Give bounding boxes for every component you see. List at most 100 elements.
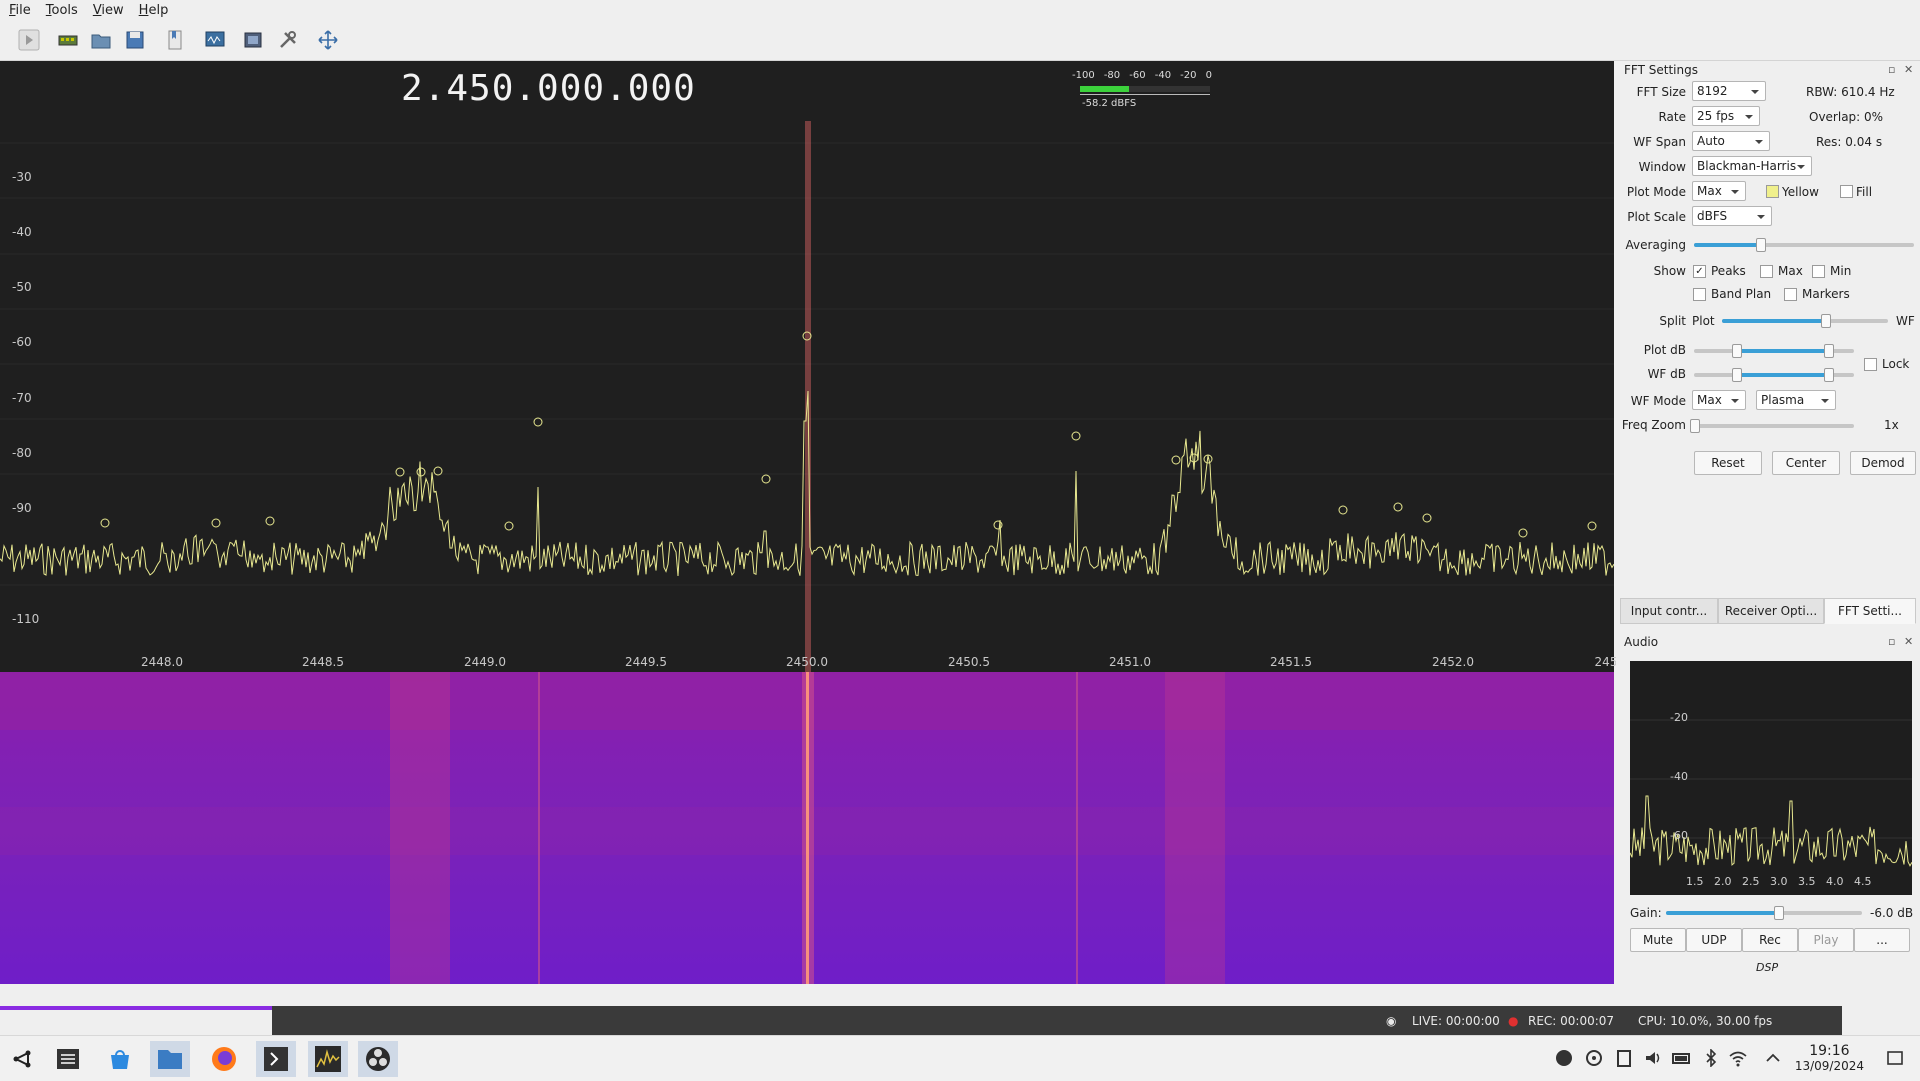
frequency-display[interactable]: 2.450.000.000	[401, 68, 696, 109]
audio-x-tick: 4.0	[1826, 875, 1844, 888]
wf-db-range-slider[interactable]	[1694, 368, 1854, 382]
mute-button[interactable]: Mute	[1630, 928, 1686, 952]
float-icon[interactable]: ▫	[1888, 63, 1895, 76]
obs-icon[interactable]	[358, 1041, 398, 1077]
close-icon[interactable]: ✕	[1904, 635, 1913, 648]
screenshot-icon[interactable]	[240, 28, 266, 52]
markers-label: Markers	[1802, 287, 1850, 301]
peak-marker	[504, 521, 514, 531]
chevron-up-icon[interactable]	[1764, 1049, 1782, 1067]
wf-color-select[interactable]: Plasma	[1756, 390, 1836, 410]
play-button[interactable]: Play	[1798, 928, 1854, 952]
waterfall[interactable]	[0, 672, 1614, 984]
files-icon[interactable]	[150, 1041, 190, 1077]
terminal-icon[interactable]	[256, 1041, 296, 1077]
window-select[interactable]: Blackman-Harris	[1692, 156, 1812, 176]
wifi-icon[interactable]	[1728, 1049, 1747, 1067]
peaks-checkbox[interactable]: ✓	[1693, 265, 1706, 278]
save-icon[interactable]	[122, 28, 148, 52]
min-checkbox[interactable]	[1812, 265, 1825, 278]
spectrum-plot[interactable]	[0, 61, 1614, 672]
reset-button[interactable]: Reset	[1694, 451, 1762, 475]
slider-handle-low[interactable]	[1731, 344, 1742, 358]
menu-tools[interactable]: Tools	[37, 3, 84, 18]
store-icon[interactable]	[100, 1041, 140, 1077]
volume-icon[interactable]	[1644, 1049, 1662, 1067]
band-plan-label: Band Plan	[1711, 287, 1772, 301]
audio-options-button[interactable]: ...	[1854, 928, 1910, 952]
y-tick: -40	[12, 225, 32, 239]
meter-tick: -40	[1154, 70, 1172, 81]
center-button[interactable]: Center	[1772, 451, 1840, 475]
slider-handle[interactable]	[1820, 314, 1831, 328]
audio-x-tick: 2.0	[1714, 875, 1732, 888]
slider-handle-high[interactable]	[1824, 344, 1835, 358]
meter-tick: -60	[1129, 70, 1146, 81]
wf-mode-select[interactable]: Max	[1692, 390, 1746, 410]
tab-receiver-options[interactable]: Receiver Opti...	[1718, 598, 1824, 624]
slider-handle[interactable]	[1690, 419, 1700, 433]
peak-marker	[265, 516, 275, 526]
wf-span-select[interactable]: Auto	[1692, 131, 1770, 151]
tab-input-controls[interactable]: Input contr...	[1620, 598, 1718, 624]
audio-panel: Audio ▫ ✕ -20 -40 -60 1.5 2.0 2.5 3.0 3.…	[1616, 631, 1920, 984]
clipboard-icon[interactable]	[1615, 1049, 1633, 1067]
float-icon[interactable]: ▫	[1888, 635, 1895, 648]
plot-mode-select[interactable]: Max	[1692, 181, 1746, 201]
plot-db-label: Plot dB	[1643, 343, 1686, 357]
plot-scale-select[interactable]: dBFS	[1692, 206, 1772, 226]
peak-marker	[1393, 502, 1403, 512]
bookmark-icon[interactable]	[162, 28, 188, 52]
slider-handle[interactable]	[1756, 238, 1766, 252]
fill-checkbox[interactable]	[1840, 185, 1853, 198]
audio-fft-plot[interactable]: -20 -40 -60 1.5 2.0 2.5 3.0 3.5 4.0 4.5	[1630, 661, 1912, 895]
audio-tray-icon[interactable]	[1585, 1049, 1603, 1067]
meter-tick: -20	[1180, 70, 1197, 81]
app-launcher-icon[interactable]	[2, 1041, 42, 1077]
gain-slider[interactable]	[1666, 906, 1862, 920]
gqrx-icon[interactable]	[308, 1041, 348, 1077]
slider-handle-low[interactable]	[1731, 368, 1742, 382]
battery-icon[interactable]	[1672, 1049, 1690, 1067]
slider-handle-high[interactable]	[1824, 368, 1835, 382]
firefox-icon[interactable]	[204, 1041, 244, 1077]
open-icon[interactable]	[88, 28, 114, 52]
signal-meter: -100 -80 -60 -40 -20 0 -58.2 dBFS	[1070, 68, 1216, 114]
close-icon[interactable]: ✕	[1904, 63, 1913, 76]
play-icon[interactable]	[16, 28, 42, 52]
averaging-slider[interactable]	[1694, 238, 1914, 252]
fullscreen-icon[interactable]	[315, 28, 341, 52]
udp-button[interactable]: UDP	[1686, 928, 1742, 952]
menu-help[interactable]: Help	[130, 3, 175, 18]
max-checkbox[interactable]	[1760, 265, 1773, 278]
settings-icon[interactable]	[275, 28, 301, 52]
rec-button[interactable]: Rec	[1742, 928, 1798, 952]
trace-color-label: Yellow	[1782, 185, 1819, 199]
iq-tool-icon[interactable]	[202, 28, 228, 52]
clock-date: 13/09/2024	[1794, 1059, 1864, 1073]
obs-tray-icon[interactable]	[1555, 1049, 1573, 1067]
hardware-icon[interactable]	[55, 28, 81, 52]
trace-color-swatch[interactable]	[1766, 185, 1779, 198]
system-settings-icon[interactable]	[48, 1041, 88, 1077]
menu-file[interactable]: File	[0, 3, 37, 18]
demod-button[interactable]: Demod	[1850, 451, 1916, 475]
band-plan-checkbox[interactable]	[1693, 288, 1706, 301]
split-slider[interactable]	[1722, 314, 1888, 328]
freq-zoom-slider[interactable]	[1690, 419, 1854, 433]
peak-marker	[100, 518, 110, 528]
tab-fft-settings[interactable]: FFT Setti...	[1824, 598, 1916, 624]
markers-checkbox[interactable]	[1784, 288, 1797, 301]
rate-select[interactable]: 25 fps	[1692, 106, 1760, 126]
bluetooth-icon[interactable]	[1702, 1048, 1720, 1068]
progress-bar	[0, 1006, 272, 1010]
plot-db-range-slider[interactable]	[1694, 344, 1854, 358]
lock-checkbox[interactable]	[1864, 358, 1877, 371]
res-info: Res: 0.04 s	[1816, 135, 1883, 149]
show-desktop-icon[interactable]	[1886, 1049, 1904, 1067]
slider-handle[interactable]	[1773, 906, 1784, 920]
fft-size-select[interactable]: 8192	[1692, 81, 1766, 101]
fft-settings-panel: FFT Settings ▫ ✕ FFT Size 8192 RBW: 610.…	[1616, 61, 1920, 631]
menu-view[interactable]: View	[84, 3, 130, 18]
clock[interactable]: 19:16 13/09/2024	[1795, 1044, 1864, 1074]
